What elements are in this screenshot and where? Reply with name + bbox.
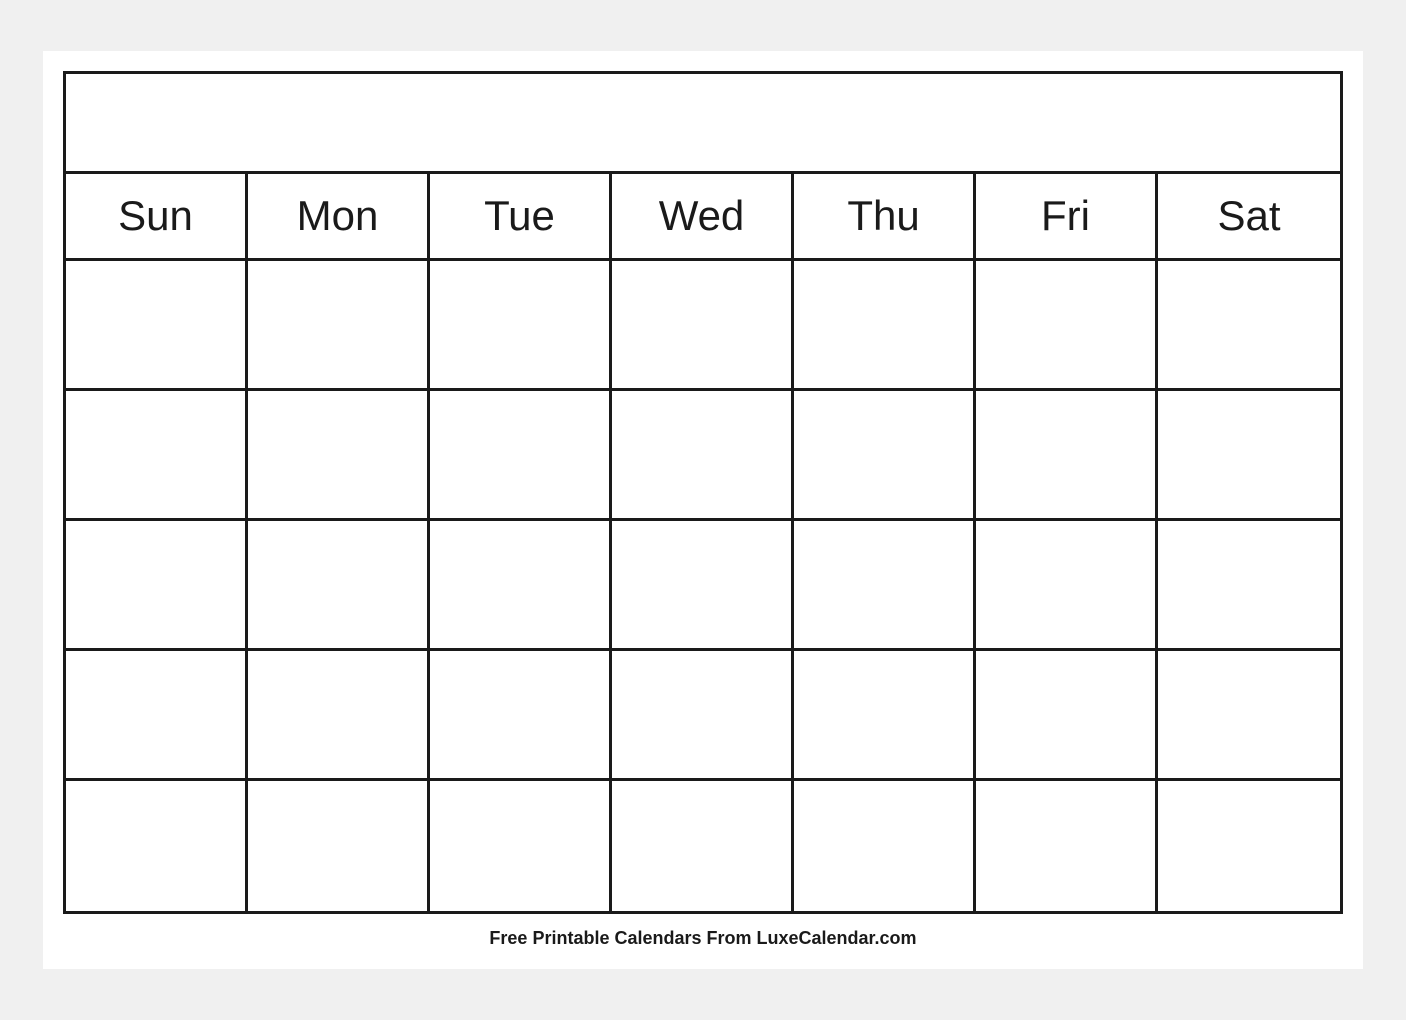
cell-4-wed[interactable] [612, 651, 794, 778]
cell-3-thu[interactable] [794, 521, 976, 648]
cell-3-fri[interactable] [976, 521, 1158, 648]
cell-5-thu[interactable] [794, 781, 976, 911]
week-row-3 [66, 521, 1340, 651]
cell-1-thu[interactable] [794, 261, 976, 388]
cell-5-mon[interactable] [248, 781, 430, 911]
day-header-thu: Thu [794, 174, 976, 258]
cell-2-thu[interactable] [794, 391, 976, 518]
calendar-container: Sun Mon Tue Wed Thu Fri Sat [63, 71, 1343, 914]
footer-text: Free Printable Calendars From LuxeCalend… [489, 928, 916, 949]
cell-4-sun[interactable] [66, 651, 248, 778]
week-row-5 [66, 781, 1340, 911]
cell-1-sun[interactable] [66, 261, 248, 388]
cell-3-sun[interactable] [66, 521, 248, 648]
cell-2-wed[interactable] [612, 391, 794, 518]
cell-5-tue[interactable] [430, 781, 612, 911]
cell-3-sat[interactable] [1158, 521, 1340, 648]
page-wrapper: Sun Mon Tue Wed Thu Fri Sat [43, 51, 1363, 969]
cell-3-wed[interactable] [612, 521, 794, 648]
cell-4-thu[interactable] [794, 651, 976, 778]
week-row-2 [66, 391, 1340, 521]
cell-1-fri[interactable] [976, 261, 1158, 388]
cell-3-mon[interactable] [248, 521, 430, 648]
cell-5-fri[interactable] [976, 781, 1158, 911]
cell-5-sun[interactable] [66, 781, 248, 911]
cell-1-sat[interactable] [1158, 261, 1340, 388]
cell-4-tue[interactable] [430, 651, 612, 778]
cell-2-fri[interactable] [976, 391, 1158, 518]
cell-5-sat[interactable] [1158, 781, 1340, 911]
cell-3-tue[interactable] [430, 521, 612, 648]
calendar-body [66, 261, 1340, 911]
day-header-fri: Fri [976, 174, 1158, 258]
week-row-1 [66, 261, 1340, 391]
cell-1-wed[interactable] [612, 261, 794, 388]
cell-1-tue[interactable] [430, 261, 612, 388]
day-header-wed: Wed [612, 174, 794, 258]
cell-4-mon[interactable] [248, 651, 430, 778]
day-header-mon: Mon [248, 174, 430, 258]
calendar-title-area [66, 74, 1340, 174]
cell-4-sat[interactable] [1158, 651, 1340, 778]
cell-2-tue[interactable] [430, 391, 612, 518]
week-row-4 [66, 651, 1340, 781]
cell-2-sat[interactable] [1158, 391, 1340, 518]
days-header-row: Sun Mon Tue Wed Thu Fri Sat [66, 174, 1340, 261]
cell-2-sun[interactable] [66, 391, 248, 518]
day-header-sat: Sat [1158, 174, 1340, 258]
cell-4-fri[interactable] [976, 651, 1158, 778]
cell-1-mon[interactable] [248, 261, 430, 388]
day-header-tue: Tue [430, 174, 612, 258]
cell-5-wed[interactable] [612, 781, 794, 911]
day-header-sun: Sun [66, 174, 248, 258]
cell-2-mon[interactable] [248, 391, 430, 518]
